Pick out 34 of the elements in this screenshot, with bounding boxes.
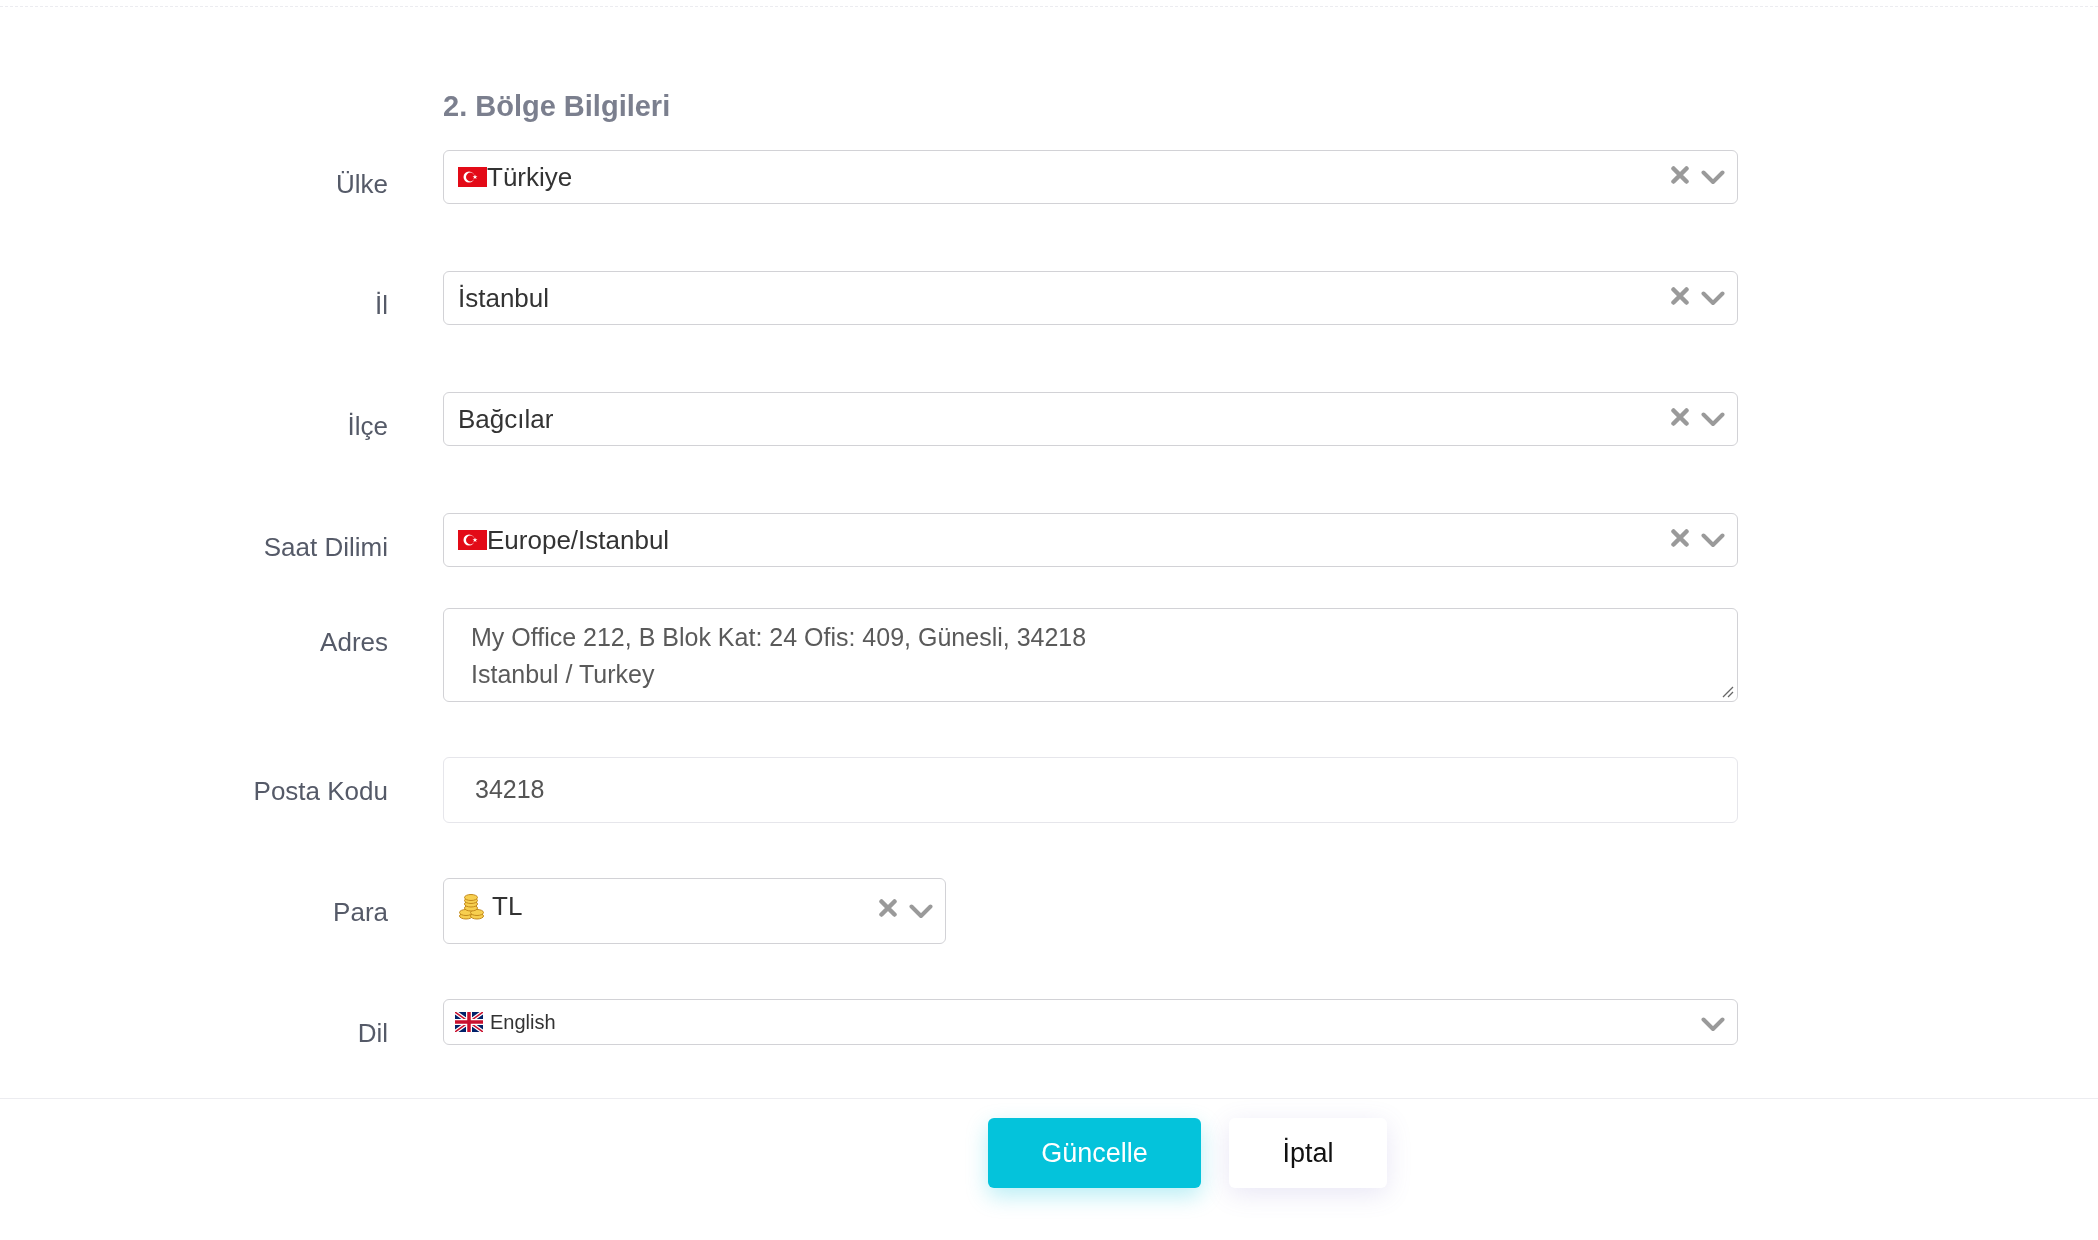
cancel-button[interactable]: İptal — [1229, 1118, 1387, 1188]
clear-icon[interactable] — [1671, 528, 1689, 547]
turkish-flag-icon — [458, 167, 487, 187]
clear-icon[interactable] — [1671, 165, 1689, 184]
clear-icon[interactable] — [1671, 407, 1689, 426]
chevron-down-icon[interactable] — [1701, 169, 1725, 185]
turkish-flag-icon — [458, 530, 487, 550]
field-label: Para — [333, 896, 388, 929]
resize-handle-icon[interactable] — [1722, 686, 1734, 698]
dropdown-field[interactable]: English — [443, 999, 1738, 1045]
section-title: 2. Bölge Bilgileri — [443, 89, 671, 124]
field-label: Adres — [320, 626, 388, 659]
chevron-down-icon[interactable] — [909, 903, 933, 919]
dropdown-field[interactable]: TL — [443, 878, 946, 944]
chevron-down-icon[interactable] — [1701, 532, 1725, 548]
field-label: İlçe — [347, 410, 388, 443]
chevron-down-icon[interactable] — [1701, 411, 1725, 427]
british-flag-icon — [455, 1012, 483, 1032]
dropdown-field[interactable]: Bağcılar — [443, 392, 1738, 446]
field-label: Saat Dilimi — [263, 531, 388, 564]
field-label: Dil — [357, 1017, 388, 1050]
chevron-down-icon[interactable] — [1701, 290, 1725, 306]
clear-icon[interactable] — [879, 898, 897, 917]
dropdown-field[interactable]: Europe/Istanbul — [443, 513, 1738, 567]
field-label: İl — [375, 289, 388, 322]
coins-icon — [458, 894, 484, 920]
textarea-field[interactable]: My Office 212, B Blok Kat: 24 Ofis: 409, Günesli, 34218 Istanbul / Turkey — [443, 608, 1738, 702]
field-label: Posta Kodu — [253, 775, 388, 808]
field-label: Ülke — [336, 168, 388, 201]
clear-icon[interactable] — [1671, 286, 1689, 305]
chevron-down-icon[interactable] — [1701, 1016, 1725, 1032]
input-field[interactable]: 34218 — [443, 757, 1738, 823]
dropdown-field[interactable]: Türkiye — [443, 150, 1738, 204]
dropdown-field[interactable]: İstanbul — [443, 271, 1738, 325]
